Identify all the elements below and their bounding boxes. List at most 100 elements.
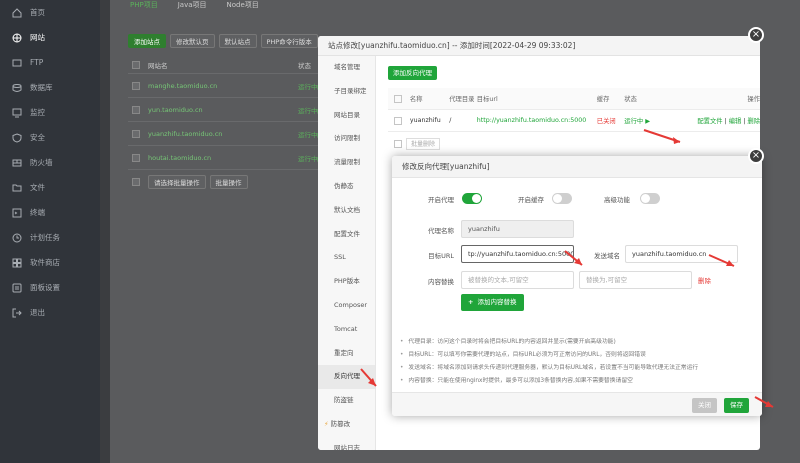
site-menu-item[interactable]: Composer [318, 294, 375, 318]
annotation-arrow-icon [754, 396, 774, 408]
sidebar-item-folder[interactable]: 文件 [0, 175, 100, 200]
edit-link[interactable]: 编辑 [729, 118, 742, 125]
sidebar-item-shield[interactable]: 安全 [0, 125, 100, 150]
site-menu-item[interactable]: 域名管理 [318, 56, 375, 80]
site-link[interactable]: yun.taomiduo.cn [148, 106, 298, 114]
target-url-label: 目标URL [428, 252, 454, 260]
advanced-toggle[interactable] [640, 193, 660, 204]
replace-to-field[interactable]: 替换为,可留空 [579, 271, 692, 289]
note-item: 代理目录：访问这个目录时将会把目标URL的内容返回并显示(需要开启高级功能) [400, 336, 755, 349]
site-link[interactable]: yuanzhifu.taomiduo.cn [148, 130, 298, 138]
site-table: 网站名 状态 manghe.taomiduo.cn 运行中▶ yun.taomi… [128, 56, 338, 194]
clock-icon [12, 233, 22, 243]
site-link[interactable]: houtai.taomiduo.cn [148, 154, 298, 162]
tab-php[interactable]: PHP项目 [130, 0, 158, 9]
site-menu-item[interactable]: Tomcat [318, 318, 375, 342]
site-menu-item[interactable]: PHP版本 [318, 270, 375, 294]
row-checkbox[interactable] [132, 129, 140, 138]
tab-node[interactable]: Node项目 [227, 0, 259, 9]
proxy-run-status[interactable]: 运行中 ▶ [624, 116, 681, 125]
add-reverse-proxy-button[interactable]: 添加反向代理 [388, 66, 437, 80]
close-button[interactable]: 关闭 [692, 398, 717, 413]
save-button[interactable]: 保存 [724, 398, 749, 413]
row-checkbox[interactable] [132, 105, 140, 114]
enable-cache-toggle[interactable] [552, 193, 572, 204]
monitor-icon [12, 108, 22, 118]
add-content-replace-button[interactable]: + 添加内容替换 [461, 294, 524, 311]
config-file-link[interactable]: 配置文件 [697, 118, 722, 125]
proxy-dialog-title: 修改反向代理[yuanzhifu] [392, 156, 762, 178]
table-row: yun.taomiduo.cn 运行中▶ [128, 98, 338, 122]
replace-from-field[interactable]: 被替换的文本,可留空 [461, 271, 574, 289]
proxy-dir: / [449, 117, 452, 124]
bulk-action-button[interactable]: 批量操作 [209, 175, 248, 189]
select-all-checkbox[interactable] [132, 60, 140, 69]
modify-default-page-button[interactable]: 修改默认页 [170, 34, 215, 48]
proxy-cache-status[interactable]: 已关闭 [597, 116, 625, 125]
site-menu-item[interactable]: 子目录绑定 [318, 80, 375, 104]
site-menu-item[interactable]: 访问限制 [318, 127, 375, 151]
sidebar-item-database[interactable]: 数据库 [0, 75, 100, 100]
sidebar-item-ftp[interactable]: FTP [0, 50, 100, 75]
bulk-actions: 请选择批量操作 批量操作 [128, 170, 338, 194]
sidebar-item-logout[interactable]: 退出 [0, 300, 100, 325]
bulk-select[interactable]: 请选择批量操作 [148, 175, 206, 189]
site-menu-item[interactable]: 网站目录 [318, 104, 375, 128]
site-link[interactable]: manghe.taomiduo.cn [148, 82, 298, 90]
sidebar-item-label: 首页 [30, 8, 45, 17]
site-menu-item[interactable]: 伪静态 [318, 175, 375, 199]
column-cache: 缓存 [596, 96, 610, 103]
sidebar-item-monitor[interactable]: 监控 [0, 100, 100, 125]
default-site-button[interactable]: 默认站点 [218, 34, 257, 48]
annotation-arrow-icon [708, 254, 735, 267]
site-menu-label: 网站目录 [334, 110, 360, 119]
proxy-name-field[interactable]: yuanzhifu [461, 220, 574, 238]
site-menu-item[interactable]: ⚡ 防篡改 [318, 413, 375, 437]
terminal-icon [12, 208, 22, 218]
sidebar-item-store[interactable]: 软件商店 [0, 250, 100, 275]
enable-cache-label: 开启缓存 [518, 196, 544, 204]
sidebar-item-home[interactable]: 首页 [0, 0, 100, 25]
sidebar-item-label: 退出 [30, 308, 45, 317]
site-menu-item[interactable]: 重定向 [318, 342, 375, 366]
enable-proxy-toggle[interactable] [462, 193, 482, 204]
logout-icon [12, 308, 22, 318]
site-menu-item[interactable]: 防盗链 [318, 389, 375, 413]
proxy-target-url[interactable]: http://yuanzhifu.taomiduo.cn:5000 [477, 117, 597, 124]
php-cli-version-button[interactable]: PHP命令行版本 [260, 34, 318, 48]
site-menu-item[interactable]: 配置文件 [318, 223, 375, 247]
site-menu-item[interactable]: 网站日志 [318, 437, 375, 450]
row-checkbox[interactable] [394, 116, 402, 125]
site-menu-label: 默认文档 [334, 205, 360, 214]
delete-replace-link[interactable]: 删除 [698, 275, 711, 285]
sidebar-item-globe[interactable]: 网站 [0, 25, 100, 50]
bulk-delete-button[interactable]: 批量删除 [406, 138, 441, 150]
tab-java[interactable]: Java项目 [178, 0, 207, 9]
bulk-checkbox[interactable] [394, 140, 402, 148]
note-item: 发送域名：将域名添加到请求头传递到代理服务器，默认为目标URL域名，若设置不当可… [400, 362, 755, 375]
site-menu-label: PHP版本 [334, 277, 360, 286]
site-menu-item[interactable]: SSL [318, 246, 375, 270]
add-site-button[interactable]: 添加站点 [128, 34, 166, 48]
firewall-icon [12, 158, 22, 168]
annotation-arrow-icon [643, 129, 681, 144]
column-target-url: 目标url [476, 96, 498, 103]
row-checkbox[interactable] [132, 81, 140, 90]
sidebar-item-settings[interactable]: 面板设置 [0, 275, 100, 300]
close-site-dialog-icon[interactable]: × [748, 27, 764, 43]
site-menu-item[interactable]: 流量限制 [318, 151, 375, 175]
sidebar-item-firewall[interactable]: 防火墙 [0, 150, 100, 175]
delete-link[interactable]: 删除 [747, 118, 760, 125]
site-menu-label: Tomcat [334, 324, 358, 333]
target-url-field[interactable]: tp://yuanzhifu.taomiduo.cn:5000 [461, 245, 574, 263]
select-all-checkbox[interactable] [394, 94, 402, 103]
site-menu-item[interactable]: 默认文档 [318, 199, 375, 223]
sidebar-item-terminal[interactable]: 终端 [0, 200, 100, 225]
sidebar-item-label: 数据库 [30, 83, 53, 92]
site-dialog-title: 站点修改[yuanzhifu.taomiduo.cn] -- 添加时间[2022… [318, 36, 760, 56]
sidebar-item-clock[interactable]: 计划任务 [0, 225, 100, 250]
bulk-checkbox[interactable] [132, 178, 140, 186]
site-menu-label: 重定向 [334, 348, 354, 357]
row-checkbox[interactable] [132, 153, 140, 162]
close-proxy-dialog-icon[interactable]: × [748, 148, 764, 164]
